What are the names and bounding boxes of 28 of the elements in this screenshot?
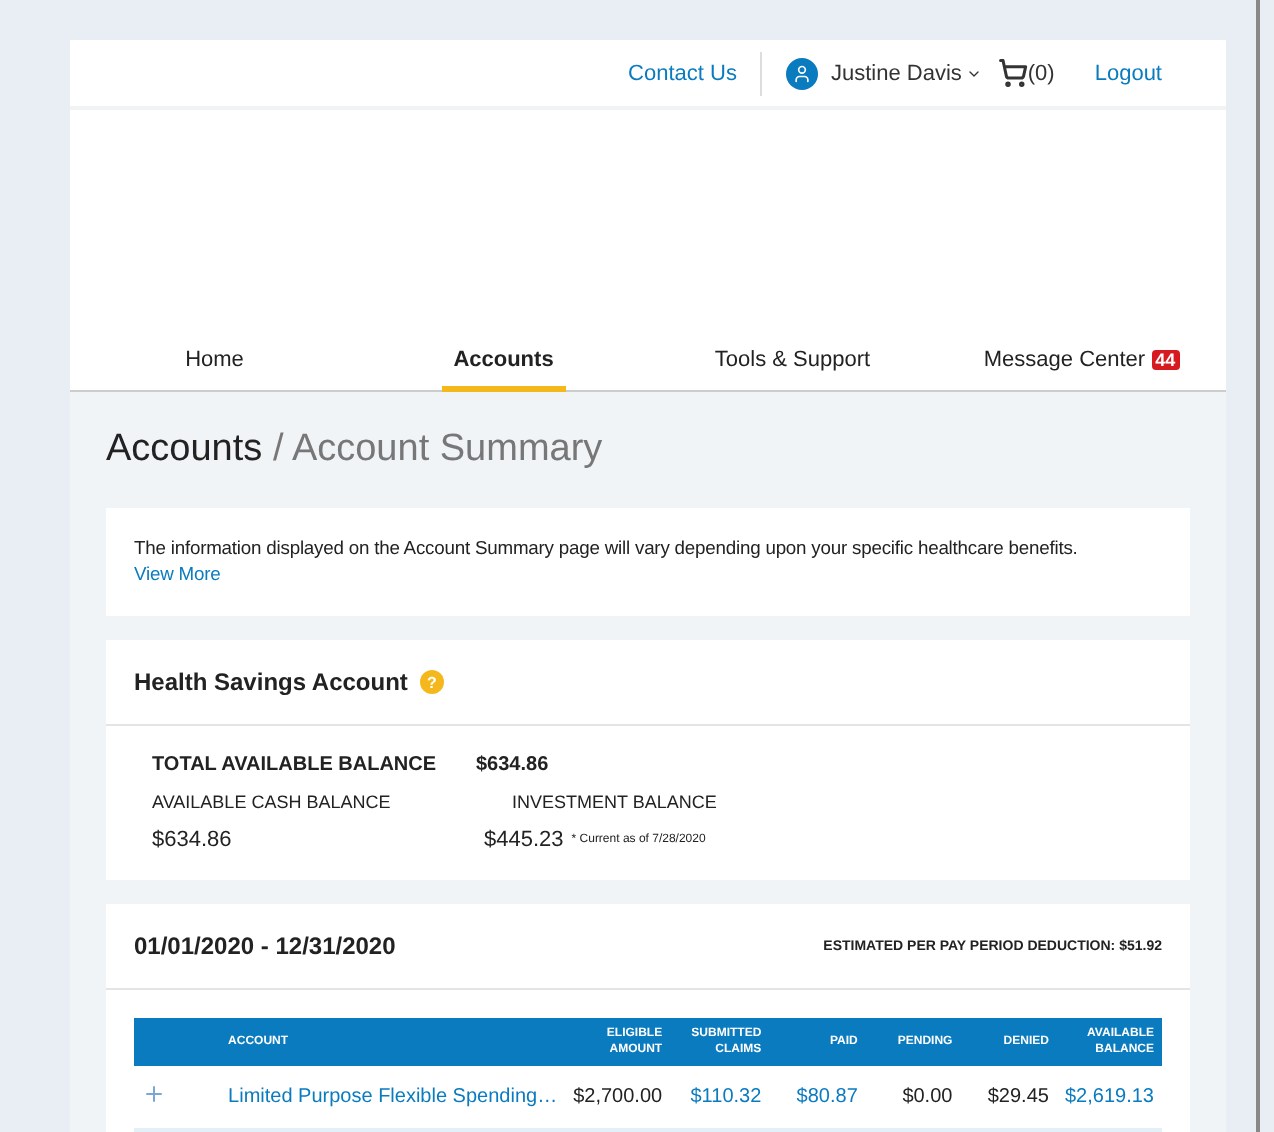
nav-tab[interactable]: Message Center 44 xyxy=(937,328,1226,390)
cart-button[interactable]: (0) xyxy=(997,58,1055,89)
nav-tab[interactable]: Accounts xyxy=(359,328,648,390)
table-link[interactable]: $80.87 xyxy=(769,1066,866,1130)
investment-label: INVESTMENT BALANCE xyxy=(512,792,719,812)
plan-period: 01/01/2020 - 12/31/2020 xyxy=(134,932,396,960)
total-value: $634.86 xyxy=(476,754,551,776)
table-link[interactable]: Limited Purpose Flexible Spending… xyxy=(220,1066,566,1130)
table-link[interactable]: $110.32 xyxy=(670,1066,770,1130)
user-menu[interactable]: Justine Davis xyxy=(830,61,982,86)
page-title: Accounts / Account Summary xyxy=(106,428,605,472)
table-link[interactable]: $2,619.13 xyxy=(1056,1066,1162,1130)
hsa-title: Health Savings Account xyxy=(134,668,408,696)
investment-value: $445.23 xyxy=(484,828,564,852)
view-more-link[interactable]: View More xyxy=(134,562,221,584)
nav-tab[interactable]: Home xyxy=(70,328,359,390)
table-cell: $2,700.00 xyxy=(565,1066,671,1130)
logout-link[interactable]: Logout xyxy=(1094,61,1162,86)
user-avatar-icon xyxy=(786,57,819,90)
nav-tab[interactable]: Tools & Support xyxy=(648,328,937,390)
cash-value: $634.86 xyxy=(152,828,234,852)
table-cell: $29.45 xyxy=(960,1066,1057,1130)
message-count-badge: 44 xyxy=(1151,350,1180,370)
total-label: TOTAL AVAILABLE BALANCE xyxy=(152,754,439,776)
notice-text: The information displayed on the Account Summary page will vary depending upon your specific healthcare benefits. xyxy=(134,534,1080,560)
cash-label: AVAILABLE CASH BALANCE xyxy=(152,792,393,812)
contact-us-link[interactable]: Contact Us xyxy=(628,61,737,86)
table-cell: $0.00 xyxy=(865,1066,961,1130)
